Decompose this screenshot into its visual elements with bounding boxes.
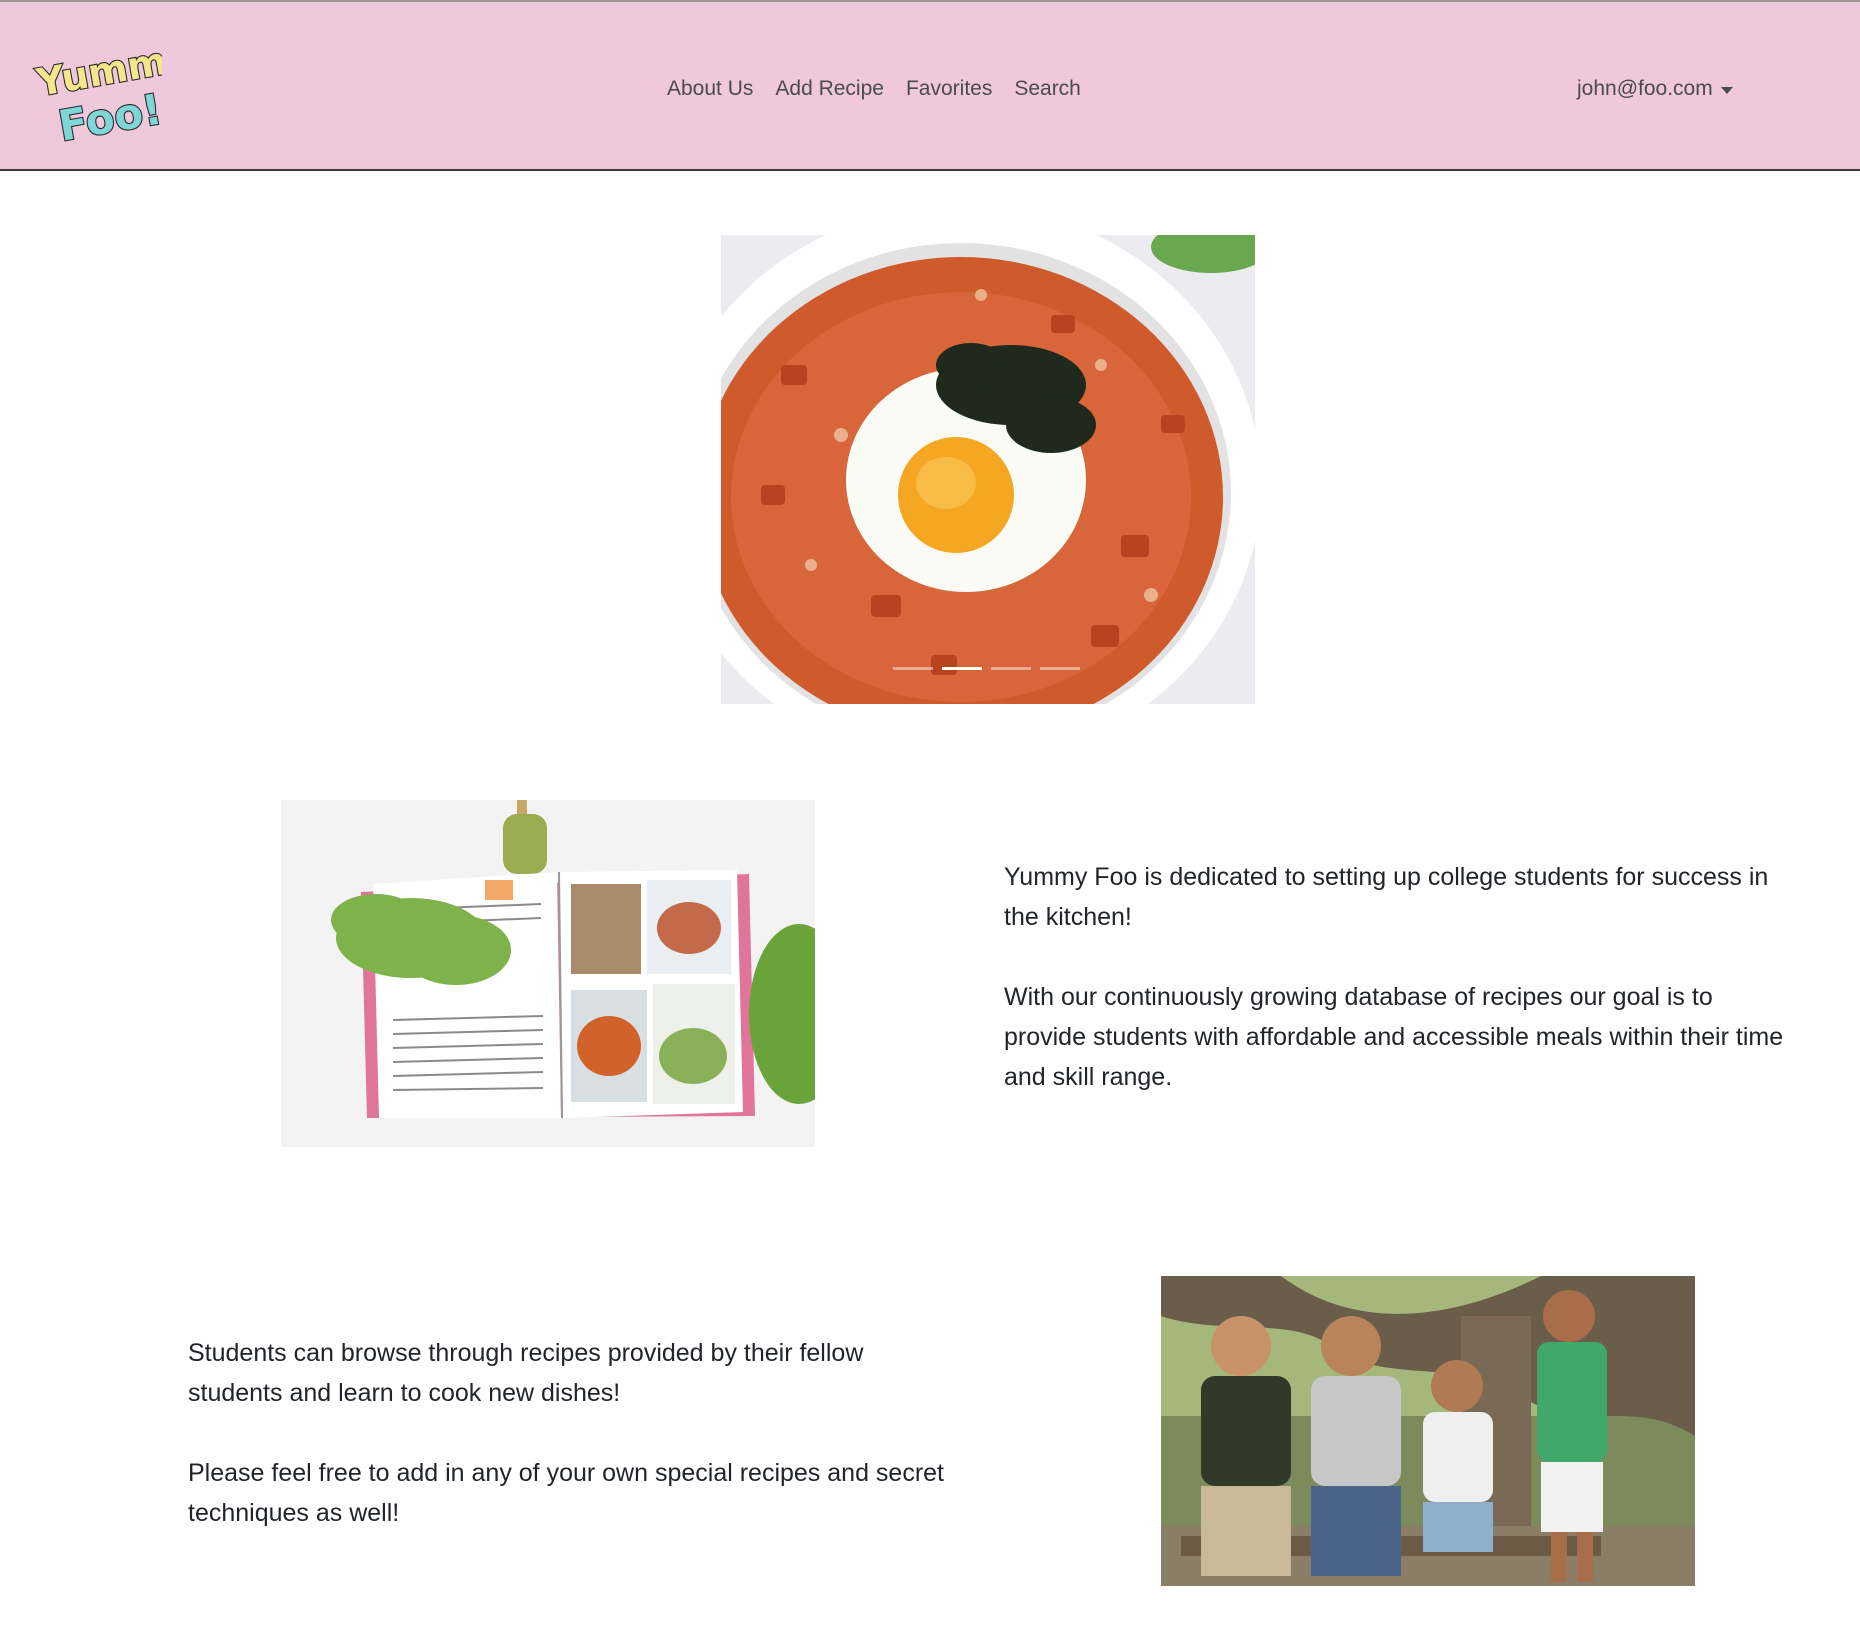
yummy-foo-logo[interactable]: Yummy Foo! — [31, 33, 195, 151]
students-photo — [1161, 1276, 1695, 1586]
community-paragraph-1: Students can browse through recipes prov… — [188, 1339, 864, 1407]
carousel-indicator-active[interactable] — [942, 667, 982, 670]
nav-link-add-recipe[interactable]: Add Recipe — [764, 70, 895, 108]
recipe-carousel[interactable] — [721, 235, 1255, 704]
navbar: Yummy Foo! About Us Add Recipe Favorites… — [0, 0, 1860, 171]
user-dropdown-toggle[interactable]: john@foo.com — [1566, 70, 1744, 108]
carousel-indicator[interactable] — [1040, 667, 1080, 670]
about-paragraph-2: With our continuously growing database o… — [1004, 983, 1784, 1091]
community-paragraph-2: Please feel free to add in any of your o… — [188, 1459, 944, 1527]
user-email: john@foo.com — [1577, 77, 1713, 100]
about-description: Yummy Foo is dedicated to setting up col… — [1004, 857, 1794, 1137]
community-description: Students can browse through recipes prov… — [188, 1333, 948, 1573]
carousel-indicators — [893, 667, 1080, 670]
nav-link-search[interactable]: Search — [1003, 70, 1092, 108]
chevron-down-icon — [1720, 86, 1733, 94]
about-paragraph-1: Yummy Foo is dedicated to setting up col… — [1004, 863, 1769, 931]
carousel-indicator[interactable] — [893, 667, 933, 670]
kimchi-fried-rice-image — [721, 235, 1255, 704]
nav-links: About Us Add Recipe Favorites Search — [656, 70, 1092, 108]
nav-link-about-us[interactable]: About Us — [656, 70, 764, 108]
carousel-indicator[interactable] — [991, 667, 1031, 670]
cookbook-image — [281, 800, 815, 1147]
nav-link-favorites[interactable]: Favorites — [895, 70, 1003, 108]
